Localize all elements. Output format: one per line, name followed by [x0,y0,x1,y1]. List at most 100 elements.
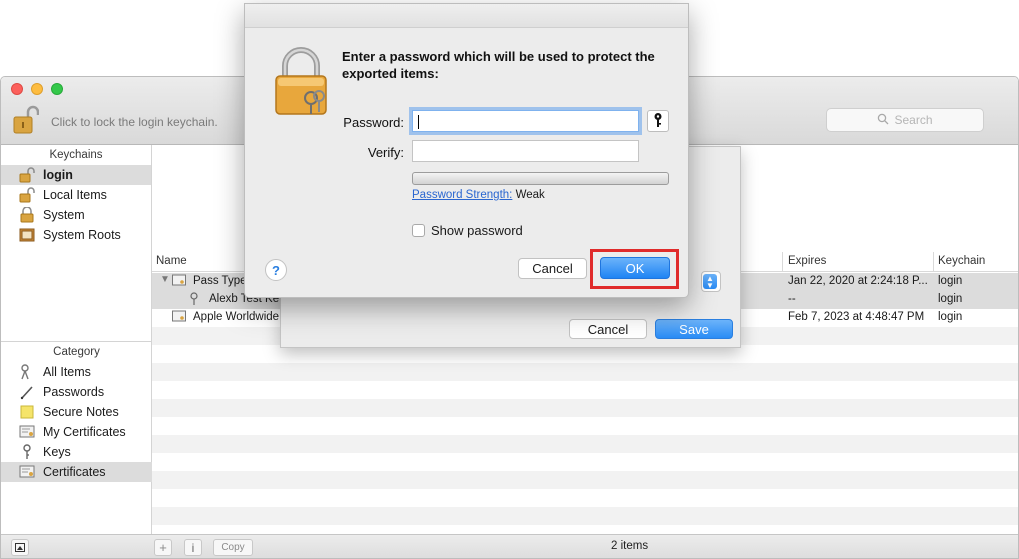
certificate-icon [18,464,36,480]
dialog-message: Enter a password which will be used to p… [342,49,655,81]
chevron-up-down-icon: ▲ ▼ [703,274,717,290]
sidebar-item-local-items[interactable]: Local Items [1,185,151,205]
note-icon [18,404,36,420]
unlocked-padlock-icon [18,187,36,203]
password-strength-value: Weak [515,189,545,201]
search-placeholder: Search [894,113,933,127]
row-keychain: login [938,293,963,305]
key-icon [189,292,199,309]
padlock-icon [273,46,329,116]
keychains-header: Keychains [49,149,103,161]
close-window-button[interactable] [11,83,23,95]
password-assistant-button[interactable] [647,110,669,132]
column-divider [782,252,783,272]
column-divider [933,252,934,272]
sidebar-item-label: My Certificates [43,425,126,439]
sidebar: Keychains login Local Items System Syste… [1,145,152,534]
disclosure-triangle-icon[interactable]: ▼ [160,274,170,285]
bottom-bar: + i Copy 2 items [1,534,1018,558]
save-sheet-cancel-button[interactable]: Cancel [569,319,647,339]
cabinet-icon [18,227,36,243]
sidebar-item-passwords[interactable]: Passwords [1,382,152,402]
password-field[interactable] [412,110,639,132]
dialog-titlebar [245,4,688,28]
pencil-icon [18,384,36,400]
sidebar-item-label: System [43,208,85,222]
column-keychain-header[interactable]: Keychain [938,255,985,267]
export-password-dialog: Enter a password which will be used to p… [244,3,689,298]
row-expires: -- [788,293,796,305]
empty-row [152,435,1018,453]
row-name: Apple Worldwide [193,311,280,323]
items-count: 2 items [611,540,649,552]
add-item-button[interactable]: + [154,539,172,556]
unlocked-padlock-icon[interactable] [13,105,40,135]
lock-keychain-hint: Click to lock the login keychain. [51,115,218,129]
save-button[interactable]: Save [655,319,733,339]
copy-button[interactable]: Copy [213,539,253,556]
sidebar-item-label: Local Items [43,188,107,202]
help-button[interactable]: ? [265,259,287,281]
sidebar-item-label: System Roots [43,228,121,242]
search-field[interactable]: Search [826,108,984,132]
certificate-icon [172,274,186,290]
sidebar-item-label: Passwords [43,385,105,399]
ok-button[interactable]: OK [600,257,670,279]
unlocked-padlock-icon [18,167,36,183]
category-header: Category [53,346,100,358]
padlock-icon [18,207,36,223]
empty-row [152,507,1018,525]
empty-row [152,399,1018,417]
sidebar-item-label: Keys [43,445,71,459]
cancel-button[interactable]: Cancel [518,258,587,279]
category-section: Category All Items Passwords Secure Note… [1,342,152,482]
keys-icon [18,364,36,380]
empty-row [152,363,1018,381]
sidebar-item-secure-notes[interactable]: Secure Notes [1,402,152,422]
search-icon [877,113,889,128]
sidebar-item-label: login [43,168,73,182]
key-icon [653,112,663,131]
show-password-checkbox[interactable] [412,224,425,237]
screen: Click to lock the login keychain. Search… [0,0,1019,559]
minimize-window-button[interactable] [31,83,43,95]
key-icon [18,444,36,460]
row-expires: Jan 22, 2020 at 2:24:18 P... [788,275,928,287]
sidebar-item-certificates[interactable]: Certificates [1,462,152,482]
empty-row [152,489,1018,507]
certificate-icon [18,424,36,440]
sidebar-item-login[interactable]: login [1,165,151,185]
verify-label: Verify: [367,145,404,160]
row-keychain: login [938,275,963,287]
sidebar-item-all-items[interactable]: All Items [1,362,152,382]
text-caret [418,115,419,129]
password-strength-meter [412,172,669,185]
show-password-toggle[interactable]: Show password [412,223,523,238]
empty-row [152,471,1018,489]
row-name: Pass Type [193,275,247,287]
file-format-popup[interactable]: ▲ ▼ [701,271,721,292]
sidebar-item-label: Certificates [43,465,106,479]
column-expires-header[interactable]: Expires [788,255,826,267]
sidebar-item-label: All Items [43,365,91,379]
empty-row [152,417,1018,435]
sidebar-item-label: Secure Notes [43,405,119,419]
row-expires: Feb 7, 2023 at 4:48:47 PM [788,311,925,323]
row-keychain: login [938,311,963,323]
sidebar-item-system[interactable]: System [1,205,151,225]
verify-field[interactable] [412,140,639,162]
empty-row [152,381,1018,399]
password-label: Password: [343,115,404,130]
show-password-label: Show password [431,223,523,238]
sidebar-item-my-certificates[interactable]: My Certificates [1,422,152,442]
zoom-window-button[interactable] [51,83,63,95]
info-button[interactable]: i [184,539,202,556]
password-strength-row: Password Strength: Weak [412,189,545,201]
sidebar-item-keys[interactable]: Keys [1,442,152,462]
column-name-header[interactable]: Name [156,255,187,267]
sidebar-item-system-roots[interactable]: System Roots [1,225,151,245]
password-strength-link[interactable]: Password Strength: [412,189,512,201]
certificate-icon [172,310,186,326]
sidebar-toggle-button[interactable] [11,539,29,556]
empty-row [152,453,1018,471]
